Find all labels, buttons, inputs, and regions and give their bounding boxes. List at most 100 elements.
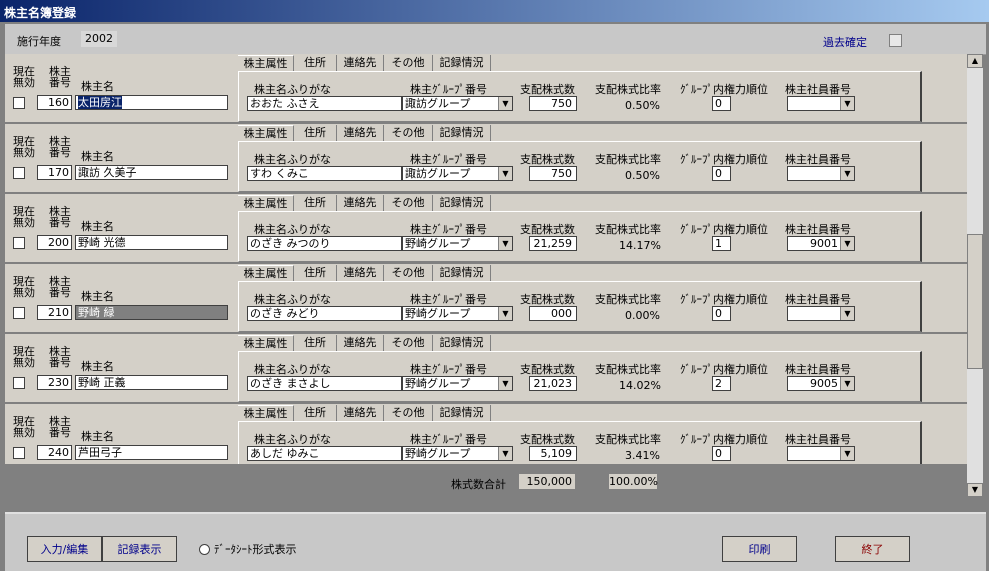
tab-other[interactable]: その他	[384, 265, 433, 281]
tab-record-status[interactable]: 記録情況	[433, 195, 491, 211]
employee-no-select[interactable]: 9001 ▼	[787, 236, 855, 251]
invalid-checkbox[interactable]	[13, 97, 25, 109]
shareholder-number[interactable]: 160	[37, 95, 72, 110]
scroll-up-icon[interactable]: ▲	[967, 54, 983, 68]
group-select[interactable]: 野崎グループ ▼	[402, 236, 513, 251]
shareholder-name[interactable]: 野崎 正義	[75, 375, 228, 390]
datasheet-radio[interactable]	[199, 544, 210, 555]
invalid-checkbox[interactable]	[13, 167, 25, 179]
furigana-input[interactable]: のざき みどり	[247, 306, 402, 321]
tab-address[interactable]: 住所	[294, 55, 337, 71]
shares-input[interactable]: 750	[529, 166, 577, 181]
rank-input[interactable]: 1	[712, 236, 731, 251]
tab-attributes[interactable]: 株主属性	[238, 125, 294, 142]
tab-contact[interactable]: 連絡先	[337, 55, 384, 71]
scroll-thumb[interactable]	[967, 234, 983, 369]
chevron-down-icon[interactable]: ▼	[840, 307, 854, 320]
group-select[interactable]: 野崎グループ ▼	[402, 446, 513, 461]
shareholder-number[interactable]: 170	[37, 165, 72, 180]
group-select[interactable]: 諏訪グループ ▼	[402, 166, 513, 181]
tab-attributes[interactable]: 株主属性	[238, 335, 294, 352]
employee-no-select[interactable]: ▼	[787, 166, 855, 181]
shareholder-number[interactable]: 230	[37, 375, 72, 390]
chevron-down-icon[interactable]: ▼	[498, 167, 512, 180]
furigana-input[interactable]: おおた ふさえ	[247, 96, 402, 111]
tab-contact[interactable]: 連絡先	[337, 335, 384, 351]
tab-address[interactable]: 住所	[294, 335, 337, 351]
rank-input[interactable]: 2	[712, 376, 731, 391]
rank-input[interactable]: 0	[712, 166, 731, 181]
tab-contact[interactable]: 連絡先	[337, 265, 384, 281]
tab-record-status[interactable]: 記録情況	[433, 125, 491, 141]
shares-input[interactable]: 750	[529, 96, 577, 111]
tab-record-status[interactable]: 記録情況	[433, 405, 491, 421]
shares-input[interactable]: 21,023	[529, 376, 577, 391]
shares-input[interactable]: 5,109	[529, 446, 577, 461]
tab-attributes[interactable]: 株主属性	[238, 265, 294, 282]
tab-other[interactable]: その他	[384, 405, 433, 421]
tab-attributes[interactable]: 株主属性	[238, 55, 294, 72]
furigana-input[interactable]: すわ くみこ	[247, 166, 402, 181]
chevron-down-icon[interactable]: ▼	[498, 307, 512, 320]
shareholder-number[interactable]: 240	[37, 445, 72, 460]
print-button[interactable]: 印刷	[722, 536, 797, 562]
tab-attributes[interactable]: 株主属性	[238, 405, 294, 422]
chevron-down-icon[interactable]: ▼	[498, 97, 512, 110]
furigana-input[interactable]: あしだ ゆみこ	[247, 446, 402, 461]
record-view-button[interactable]: 記録表示	[102, 536, 177, 562]
rank-input[interactable]: 0	[712, 446, 731, 461]
chevron-down-icon[interactable]: ▼	[840, 237, 854, 250]
chevron-down-icon[interactable]: ▼	[498, 237, 512, 250]
shareholder-name[interactable]: 野崎 光德	[75, 235, 228, 250]
shareholder-name[interactable]: 野崎 緑	[75, 305, 228, 320]
shares-input[interactable]: 21,259	[529, 236, 577, 251]
shareholder-name[interactable]: 太田房江	[75, 95, 228, 110]
past-confirm-checkbox[interactable]	[889, 34, 902, 47]
group-select[interactable]: 野崎グループ ▼	[402, 376, 513, 391]
fiscal-year-value[interactable]: 2002	[81, 31, 117, 47]
tab-other[interactable]: その他	[384, 195, 433, 211]
tab-contact[interactable]: 連絡先	[337, 125, 384, 141]
scroll-down-icon[interactable]: ▼	[967, 483, 983, 497]
tab-other[interactable]: その他	[384, 125, 433, 141]
tab-address[interactable]: 住所	[294, 125, 337, 141]
chevron-down-icon[interactable]: ▼	[498, 377, 512, 390]
chevron-down-icon[interactable]: ▼	[840, 447, 854, 460]
furigana-input[interactable]: のざき みつのり	[247, 236, 402, 251]
shares-input[interactable]: 000	[529, 306, 577, 321]
tab-record-status[interactable]: 記録情況	[433, 335, 491, 351]
input-edit-button[interactable]: 入力/編集	[27, 536, 102, 562]
tab-other[interactable]: その他	[384, 55, 433, 71]
vertical-scrollbar[interactable]: ▲ ▼	[967, 54, 983, 497]
shareholder-name[interactable]: 諏訪 久美子	[75, 165, 228, 180]
employee-no-select[interactable]: ▼	[787, 446, 855, 461]
group-select[interactable]: 諏訪グループ ▼	[402, 96, 513, 111]
furigana-input[interactable]: のざき まさよし	[247, 376, 402, 391]
rank-input[interactable]: 0	[712, 96, 731, 111]
tab-address[interactable]: 住所	[294, 405, 337, 421]
tab-record-status[interactable]: 記録情況	[433, 55, 491, 71]
rank-input[interactable]: 0	[712, 306, 731, 321]
shareholder-number[interactable]: 200	[37, 235, 72, 250]
chevron-down-icon[interactable]: ▼	[840, 167, 854, 180]
invalid-checkbox[interactable]	[13, 307, 25, 319]
tab-address[interactable]: 住所	[294, 195, 337, 211]
chevron-down-icon[interactable]: ▼	[840, 377, 854, 390]
chevron-down-icon[interactable]: ▼	[840, 97, 854, 110]
shareholder-name[interactable]: 芦田弓子	[75, 445, 228, 460]
shareholder-number[interactable]: 210	[37, 305, 72, 320]
employee-no-select[interactable]: 9005 ▼	[787, 376, 855, 391]
tab-contact[interactable]: 連絡先	[337, 405, 384, 421]
group-select[interactable]: 野崎グループ ▼	[402, 306, 513, 321]
employee-no-select[interactable]: ▼	[787, 306, 855, 321]
tab-other[interactable]: その他	[384, 335, 433, 351]
invalid-checkbox[interactable]	[13, 447, 25, 459]
invalid-checkbox[interactable]	[13, 377, 25, 389]
invalid-checkbox[interactable]	[13, 237, 25, 249]
employee-no-select[interactable]: ▼	[787, 96, 855, 111]
exit-button[interactable]: 終了	[835, 536, 910, 562]
tab-attributes[interactable]: 株主属性	[238, 195, 294, 212]
chevron-down-icon[interactable]: ▼	[498, 447, 512, 460]
tab-record-status[interactable]: 記録情況	[433, 265, 491, 281]
tab-contact[interactable]: 連絡先	[337, 195, 384, 211]
